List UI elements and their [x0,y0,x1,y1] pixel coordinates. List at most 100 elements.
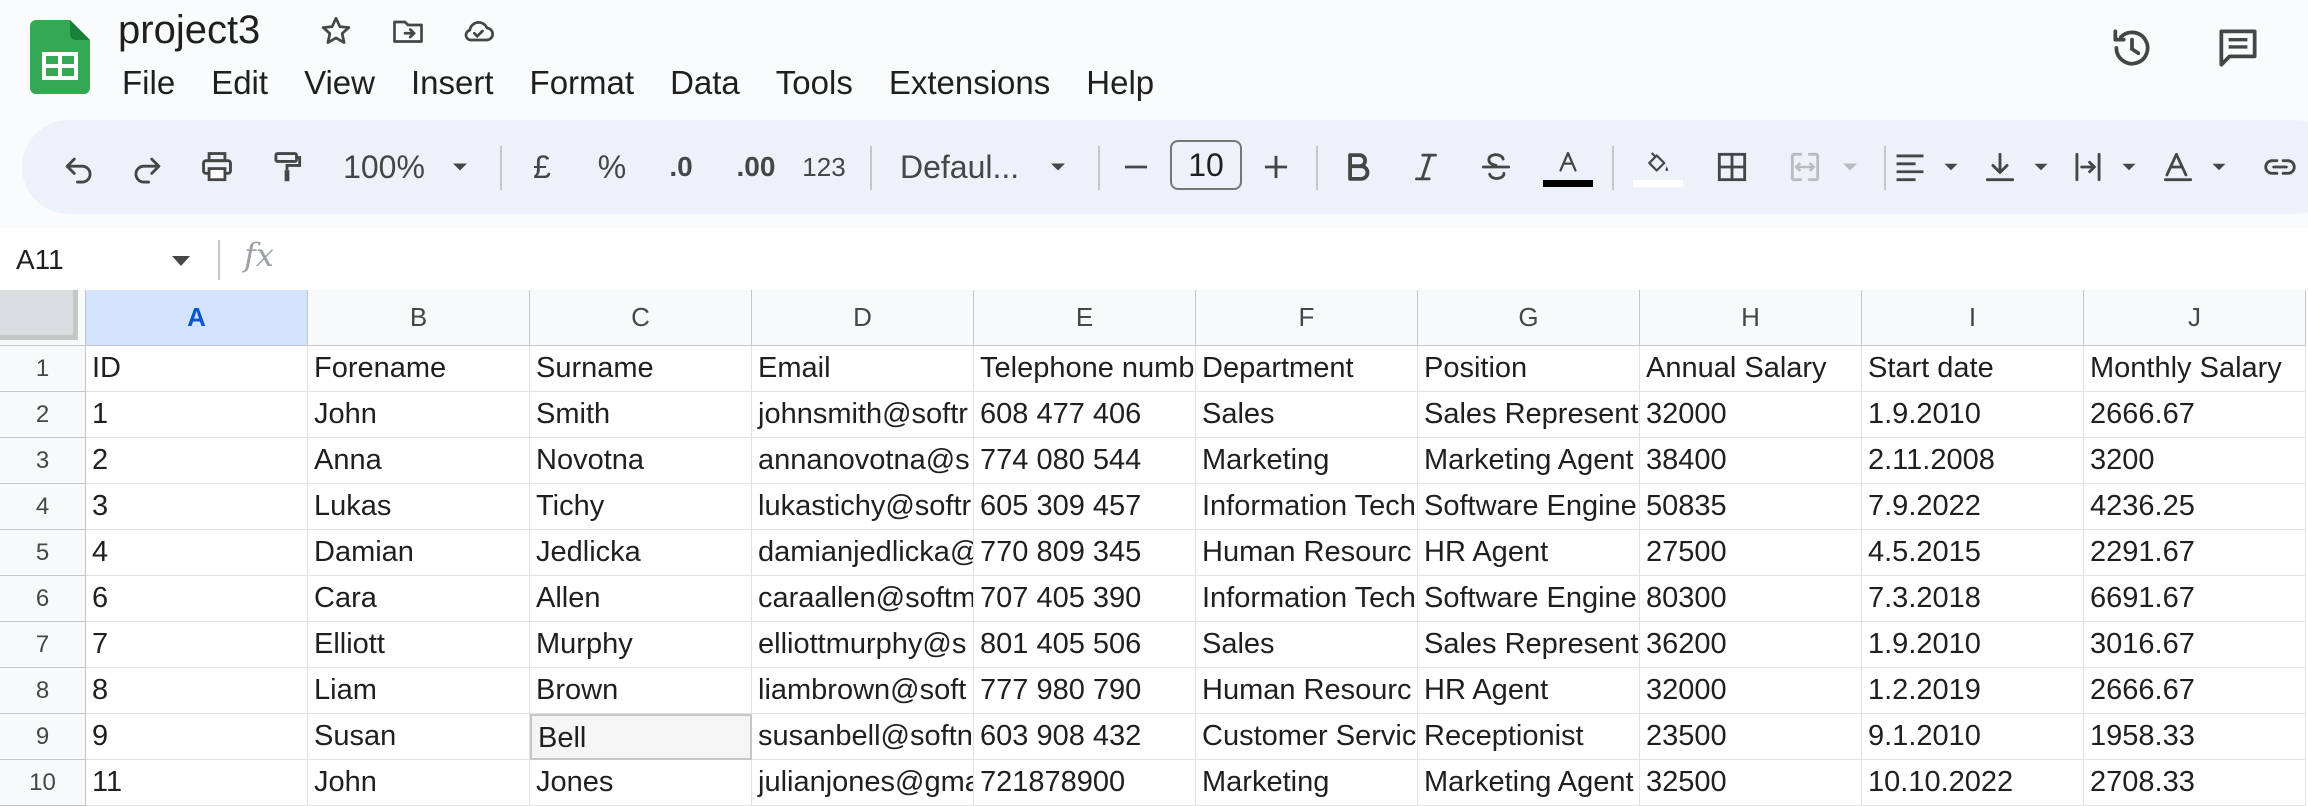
cell-g1[interactable]: Position [1418,346,1640,392]
column-header-f[interactable]: F [1196,290,1418,346]
cell-h10[interactable]: 32500 [1640,760,1862,806]
cell-d7[interactable]: elliottmurphy@s [752,622,974,668]
cell-b8[interactable]: Liam [308,668,530,714]
cell-g5[interactable]: HR Agent [1418,530,1640,576]
row-header[interactable]: 2 [0,392,86,438]
cell-c6[interactable]: Allen [530,576,752,622]
move-to-folder-icon[interactable] [386,12,430,50]
cell-d8[interactable]: liambrown@soft [752,668,974,714]
text-color-icon[interactable] [1542,137,1594,197]
cell-f3[interactable]: Marketing [1196,438,1418,484]
increase-decimal-button[interactable]: .00 [728,137,784,197]
cell-b9[interactable]: Susan [308,714,530,760]
redo-icon[interactable] [124,137,170,197]
cell-f8[interactable]: Human Resourc [1196,668,1418,714]
cell-d2[interactable]: johnsmith@softr [752,392,974,438]
menu-data[interactable]: Data [652,58,758,108]
row-header[interactable]: 9 [0,714,86,760]
cell-g8[interactable]: HR Agent [1418,668,1640,714]
cell-j10[interactable]: 2708.33 [2084,760,2306,806]
cell-j6[interactable]: 6691.67 [2084,576,2306,622]
cell-d5[interactable]: damianjedlicka@ [752,530,974,576]
cell-c10[interactable]: Jones [530,760,752,806]
cell-g9[interactable]: Receptionist [1418,714,1640,760]
cell-d1[interactable]: Email [752,346,974,392]
cell-d6[interactable]: caraallen@softm [752,576,974,622]
horizontal-align-icon[interactable] [1888,137,1932,197]
cell-b7[interactable]: Elliott [308,622,530,668]
cell-i2[interactable]: 1.9.2010 [1862,392,2084,438]
cell-c3[interactable]: Novotna [530,438,752,484]
borders-icon[interactable] [1710,137,1754,197]
cell-j5[interactable]: 2291.67 [2084,530,2306,576]
cell-c9[interactable]: Bell [530,714,752,760]
cell-d3[interactable]: annanovotna@s [752,438,974,484]
decrease-font-size-icon[interactable] [1116,137,1156,197]
cell-j2[interactable]: 2666.67 [2084,392,2306,438]
cell-h5[interactable]: 27500 [1640,530,1862,576]
format-percent-button[interactable]: % [590,137,634,197]
cell-a10[interactable]: 11 [86,760,308,806]
cell-a3[interactable]: 2 [86,438,308,484]
row-header[interactable]: 5 [0,530,86,576]
more-formats-button[interactable]: 123 [800,137,848,197]
cell-i1[interactable]: Start date [1862,346,2084,392]
row-header[interactable]: 4 [0,484,86,530]
cell-h3[interactable]: 38400 [1640,438,1862,484]
cell-i7[interactable]: 1.9.2010 [1862,622,2084,668]
cell-g10[interactable]: Marketing Agent [1418,760,1640,806]
cell-j3[interactable]: 3200 [2084,438,2306,484]
fill-color-icon[interactable] [1632,137,1684,197]
font-dropdown-icon[interactable] [1044,137,1072,197]
column-header-e[interactable]: E [974,290,1196,346]
merge-cells-icon[interactable] [1780,137,1830,197]
italic-icon[interactable] [1404,137,1448,197]
menu-extensions[interactable]: Extensions [871,58,1068,108]
cell-b3[interactable]: Anna [308,438,530,484]
column-header-a[interactable]: A [86,290,308,346]
column-header-c[interactable]: C [530,290,752,346]
cell-e7[interactable]: 801 405 506 [974,622,1196,668]
cell-a6[interactable]: 6 [86,576,308,622]
undo-icon[interactable] [56,137,102,197]
cell-b6[interactable]: Cara [308,576,530,622]
decrease-decimal-button[interactable]: .0 [656,137,706,197]
cell-d10[interactable]: julianjones@gma [752,760,974,806]
vertical-align-icon[interactable] [1978,137,2022,197]
cell-e4[interactable]: 605 309 457 [974,484,1196,530]
column-header-i[interactable]: I [1862,290,2084,346]
merge-dropdown-icon[interactable] [1836,137,1864,197]
cell-c8[interactable]: Brown [530,668,752,714]
column-header-b[interactable]: B [308,290,530,346]
star-icon[interactable] [314,12,358,50]
format-currency-button[interactable]: £ [522,137,562,197]
cell-e5[interactable]: 770 809 345 [974,530,1196,576]
cell-h9[interactable]: 23500 [1640,714,1862,760]
insert-link-icon[interactable] [2258,137,2302,197]
font-size-input[interactable]: 10 [1170,140,1242,190]
row-header[interactable]: 3 [0,438,86,484]
menu-help[interactable]: Help [1068,58,1172,108]
menu-edit[interactable]: Edit [193,58,286,108]
row-header[interactable]: 6 [0,576,86,622]
cell-h6[interactable]: 80300 [1640,576,1862,622]
cell-b4[interactable]: Lukas [308,484,530,530]
name-box[interactable]: A11 [16,244,64,276]
comments-icon[interactable] [2210,20,2266,76]
cell-a8[interactable]: 8 [86,668,308,714]
cell-i5[interactable]: 4.5.2015 [1862,530,2084,576]
cell-g4[interactable]: Software Engine [1418,484,1640,530]
cell-e2[interactable]: 608 477 406 [974,392,1196,438]
cell-f2[interactable]: Sales [1196,392,1418,438]
cell-i4[interactable]: 7.9.2022 [1862,484,2084,530]
cell-e9[interactable]: 603 908 432 [974,714,1196,760]
cell-j4[interactable]: 4236.25 [2084,484,2306,530]
menu-format[interactable]: Format [512,58,653,108]
cell-a7[interactable]: 7 [86,622,308,668]
column-header-h[interactable]: H [1640,290,1862,346]
cell-a9[interactable]: 9 [86,714,308,760]
cell-a2[interactable]: 1 [86,392,308,438]
cell-e10[interactable]: 721878900 [974,760,1196,806]
font-family-select[interactable]: Defaul... [900,137,1024,197]
cell-j7[interactable]: 3016.67 [2084,622,2306,668]
